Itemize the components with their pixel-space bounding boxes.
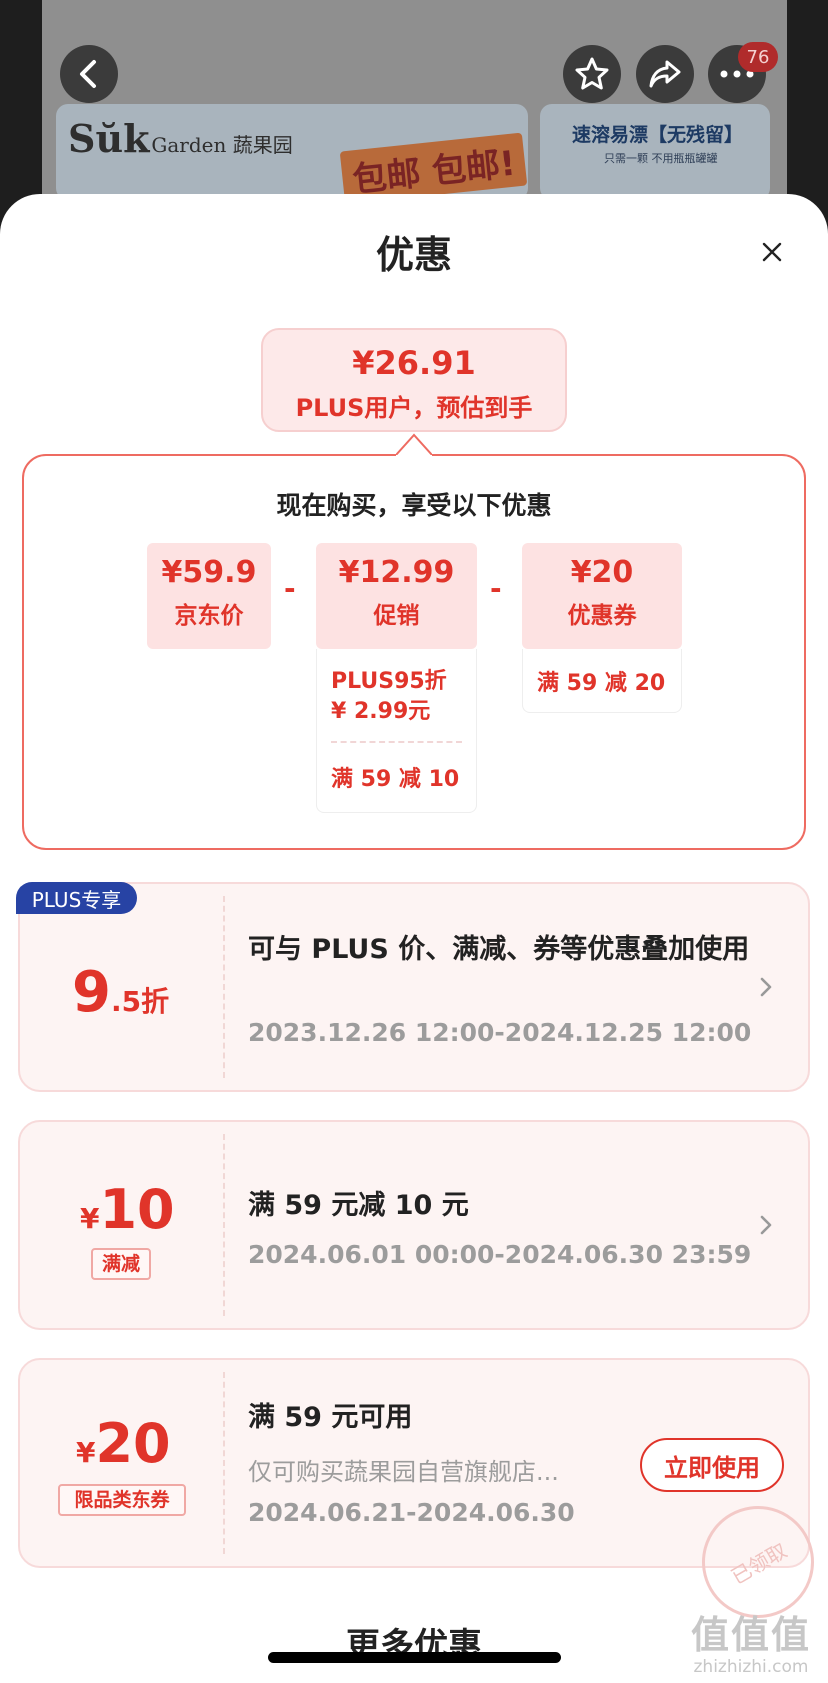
promo-detail: PLUS95折 ¥ 2.99元 满 59 减 10 <box>316 649 477 813</box>
card-divider <box>223 1372 225 1554</box>
free-shipping-promo: 包邮 包邮! <box>339 132 528 200</box>
watermark: 值值值 zhizhizhi.com <box>676 1604 826 1677</box>
chevron-right-icon <box>760 977 772 997</box>
full-reduction-amount: ¥10 满减 <box>20 1122 223 1328</box>
coupon-detail-text: 满 59 减 20 <box>537 671 666 696</box>
coupon-type-tag: 满减 <box>91 1248 151 1280</box>
plus-discount-card[interactable]: 9.5折 可与 PLUS 价、满减、券等优惠叠加使用 2023.12.26 12… <box>18 882 810 1092</box>
close-icon <box>762 242 782 262</box>
reduction-amount: 10 <box>99 1178 175 1241</box>
promo-pill: ¥12.99 促销 <box>316 543 477 649</box>
promo-label: 促销 <box>373 603 420 629</box>
watermark-url: zhizhizhi.com <box>693 1657 809 1677</box>
currency-symbol: ¥ <box>80 1202 100 1235</box>
coupon-type-tag: 限品类东券 <box>58 1484 186 1516</box>
coupon-label: 优惠券 <box>567 603 637 629</box>
promo-detail-fullreduce: 满 59 减 10 <box>331 767 460 792</box>
jd-price-label: 京东价 <box>174 603 244 629</box>
currency-symbol: ¥ <box>76 1436 96 1469</box>
jd-price-pill: ¥59.9 京东价 <box>147 543 271 649</box>
brand-logo: Sŭk Garden 蔬果园 <box>68 116 293 161</box>
promo-value: ¥12.99 <box>338 555 455 590</box>
promo-detail-plus: PLUS95折 <box>331 669 447 694</box>
estimated-price-tag: ¥26.91 PLUS用户，预估到手 <box>261 328 567 432</box>
coupon-detail: 满 59 减 20 <box>522 649 682 713</box>
jd-price-value: ¥59.9 <box>161 555 257 590</box>
message-count-badge: 76 <box>738 42 778 72</box>
close-button[interactable] <box>752 232 792 272</box>
back-button[interactable] <box>60 45 118 103</box>
discount-number: 9 <box>72 960 111 1025</box>
estimated-price: ¥26.91 <box>352 344 476 382</box>
banner-subtitle: 只需一颗 不用瓶瓶罐罐 <box>604 152 718 165</box>
use-now-button[interactable]: 立即使用 <box>640 1438 784 1492</box>
plus-discount-amount: 9.5折 <box>20 884 223 1090</box>
card-date: 2023.12.26 12:00-2024.12.25 12:00 <box>248 1018 752 1047</box>
promo-detail-amount: ¥ 2.99元 <box>331 699 431 724</box>
card-title: 可与 PLUS 价、满减、券等优惠叠加使用 <box>248 934 750 965</box>
chevron-left-icon <box>80 60 96 88</box>
coupon-pill: ¥20 优惠券 <box>522 543 682 649</box>
card-description: 仅可购买蔬果园自营旗舰店... <box>248 1458 559 1486</box>
full-reduction-card[interactable]: ¥10 满减 满 59 元减 10 元 2024.06.01 00:00-202… <box>18 1120 810 1330</box>
product-banner-secondary: 速溶易漂【无残留】 只需一颗 不用瓶瓶罐罐 <box>540 104 770 200</box>
coupon-value: ¥20 <box>570 555 634 590</box>
minus-sign: - <box>284 572 296 605</box>
card-title: 满 59 元可用 <box>248 1402 413 1433</box>
breakdown-heading: 现在购买，享受以下优惠 <box>276 491 552 520</box>
sheet-title: 优惠 <box>375 233 452 277</box>
card-divider <box>223 1134 225 1316</box>
favorite-button[interactable] <box>563 45 621 103</box>
card-title: 满 59 元减 10 元 <box>248 1190 469 1221</box>
card-divider <box>223 896 225 1078</box>
share-icon <box>649 60 681 88</box>
discount-suffix: .5折 <box>110 985 170 1018</box>
banner-title: 速溶易漂【无残留】 <box>572 124 744 146</box>
chevron-right-icon <box>760 1215 772 1235</box>
card-date: 2024.06.21-2024.06.30 <box>248 1498 575 1527</box>
card-date: 2024.06.01 00:00-2024.06.30 23:59 <box>248 1240 752 1269</box>
minus-sign-2: - <box>490 572 502 605</box>
star-icon <box>575 57 609 90</box>
plus-exclusive-tag: PLUS专享 <box>16 882 137 914</box>
product-banner: Sŭk Garden 蔬果园 包邮 包邮! <box>56 104 528 200</box>
estimated-price-label: PLUS用户，预估到手 <box>295 394 533 422</box>
home-indicator[interactable] <box>268 1652 561 1663</box>
pointer-notch <box>396 433 432 457</box>
share-button[interactable] <box>636 45 694 103</box>
category-coupon-amount: ¥20 限品类东券 <box>20 1360 223 1566</box>
coupon-amount: 20 <box>95 1412 171 1475</box>
watermark-logo: 值值值 <box>690 1613 811 1657</box>
